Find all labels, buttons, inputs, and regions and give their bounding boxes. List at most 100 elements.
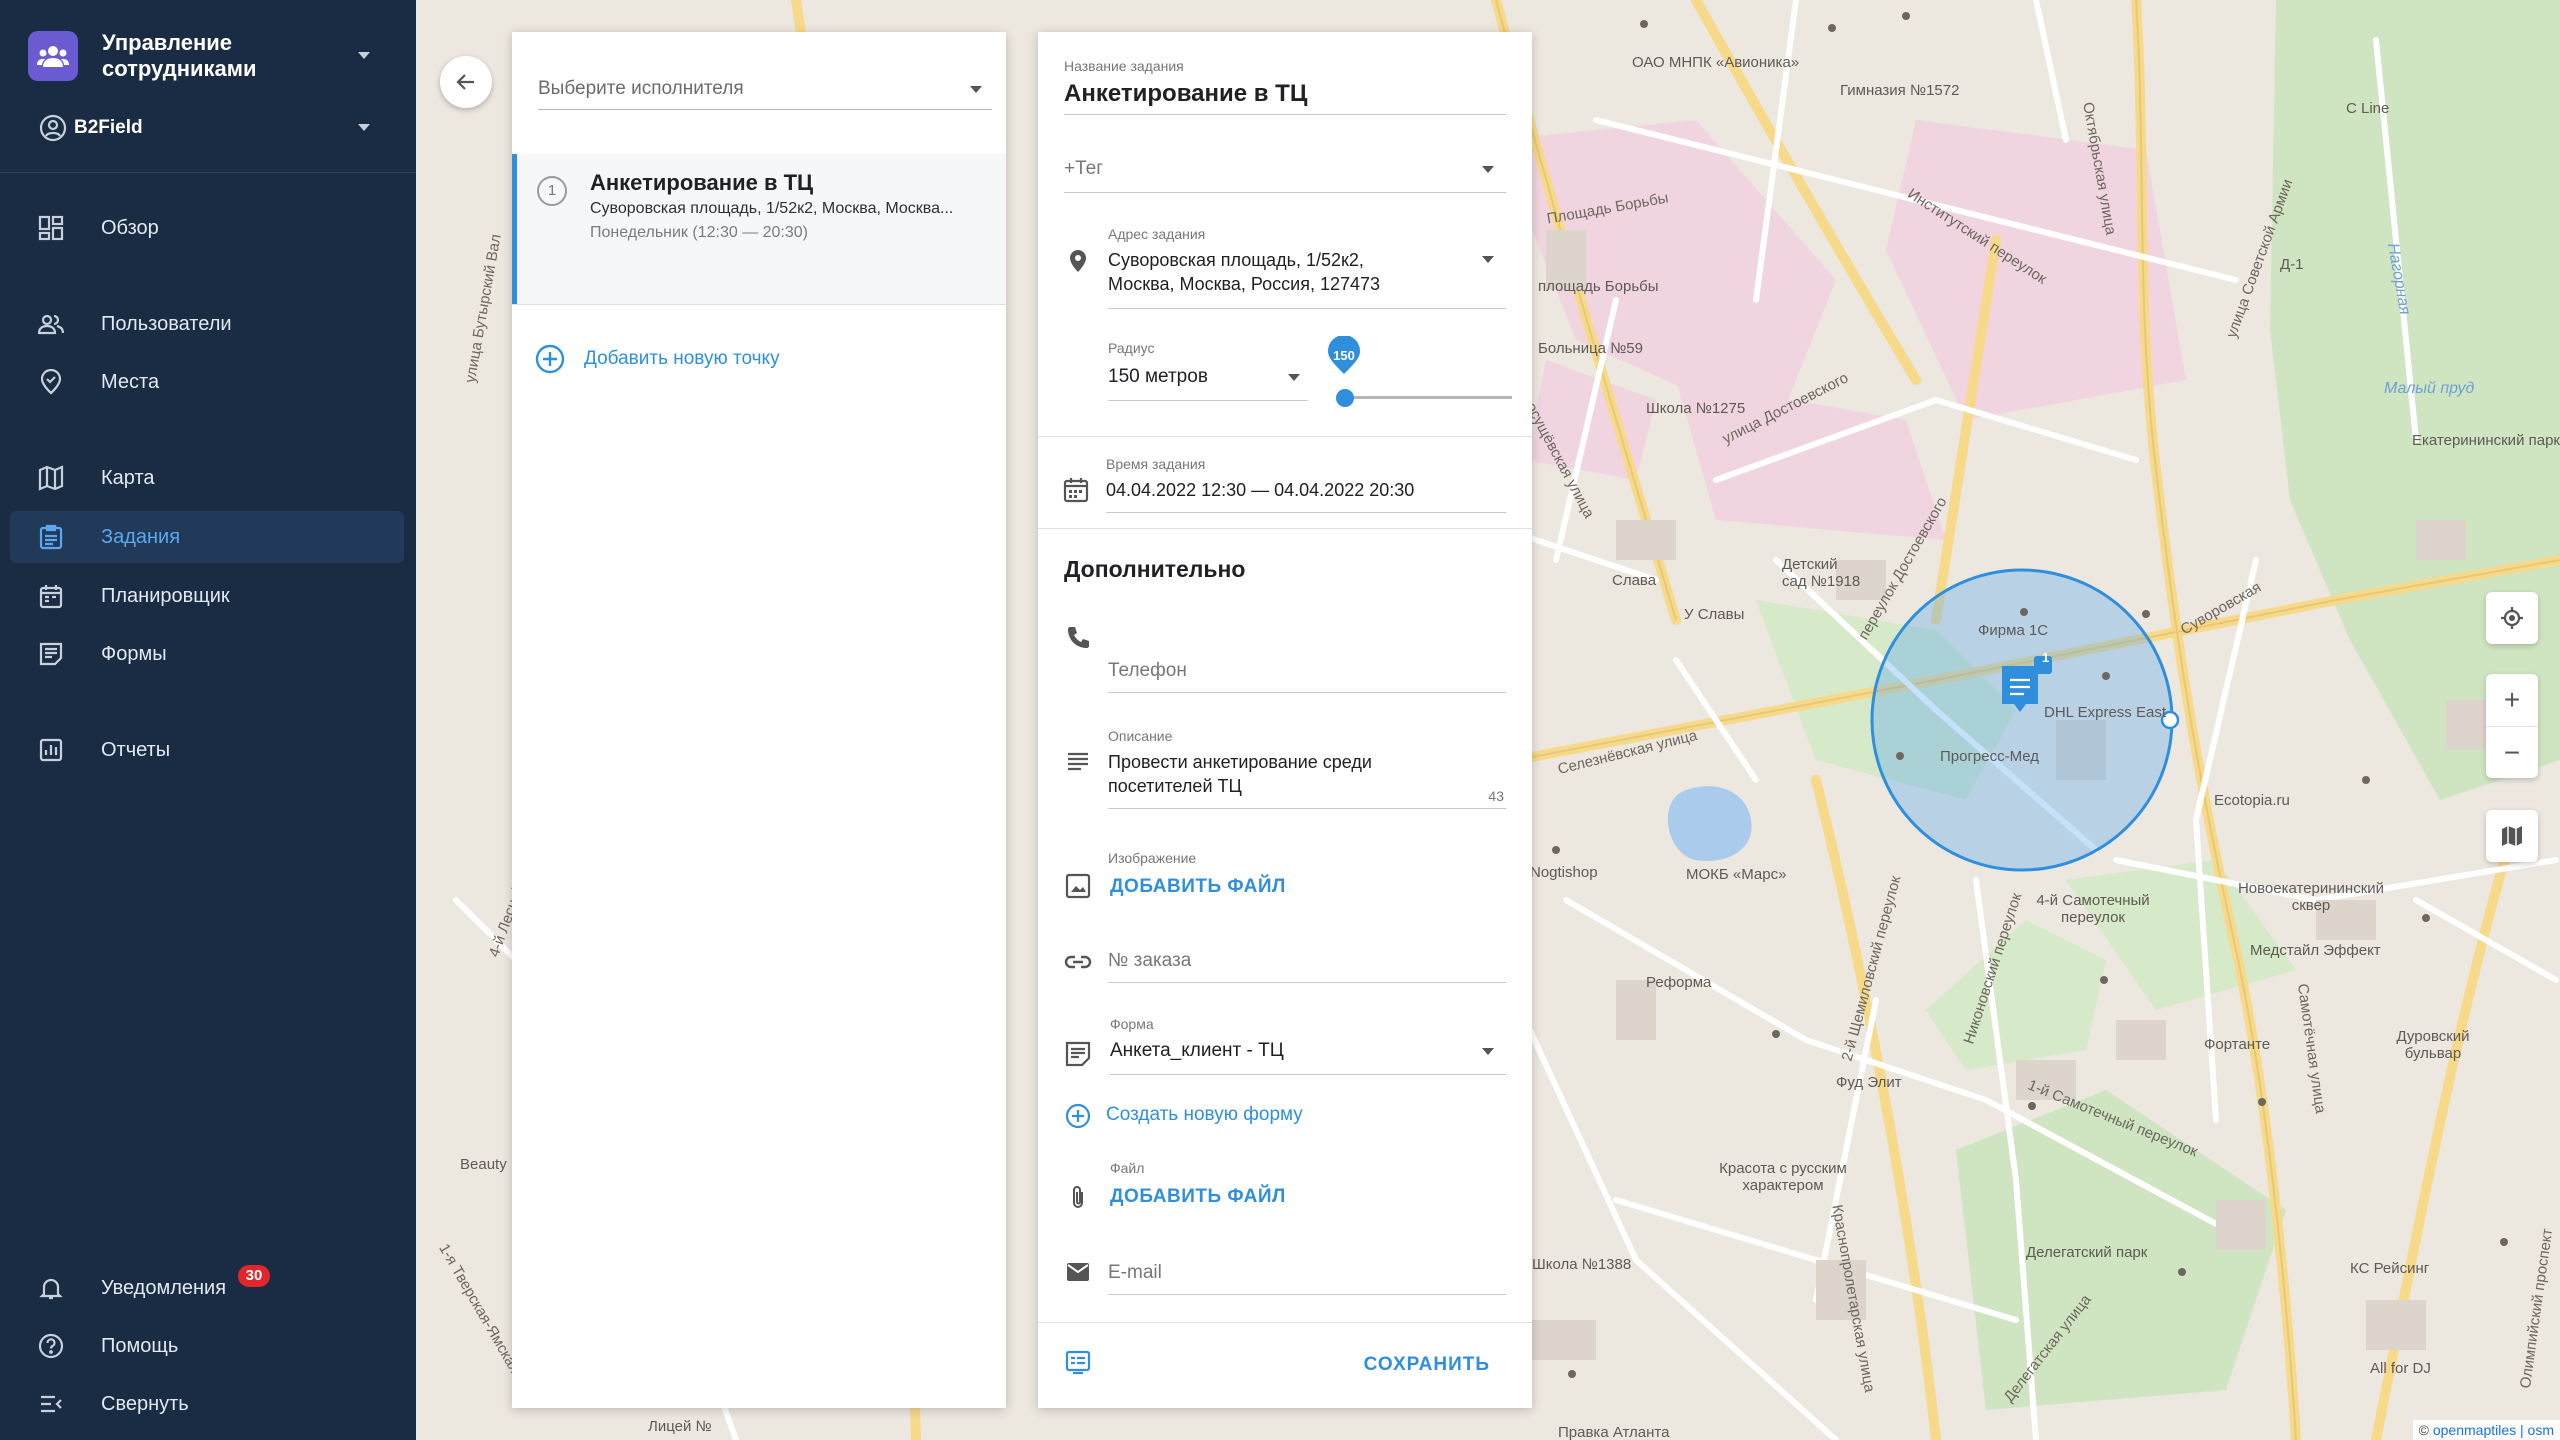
nav-item-label: Пользователи <box>101 313 232 335</box>
nav-item-label: Отчеты <box>101 739 171 761</box>
map-label: Лицей № <box>648 1418 712 1435</box>
map-label: All for DJ <box>2370 1360 2431 1377</box>
map-label: площадь Борьбы <box>1538 278 1659 295</box>
org-name: Управление сотрудниками <box>102 30 257 81</box>
divider <box>1038 436 1532 437</box>
field-underline <box>1064 192 1506 193</box>
task-list-item[interactable]: 1 Анкетирование в ТЦ Суворовская площадь… <box>512 154 1006 304</box>
order-number-input[interactable]: № заказа <box>1108 950 1191 972</box>
form-label: Форма <box>1110 1016 1154 1032</box>
attribution-prefix: © <box>2418 1422 2429 1438</box>
description-label: Описание <box>1108 728 1173 744</box>
reports-icon <box>39 738 63 762</box>
phone-input[interactable]: Телефон <box>1108 660 1187 682</box>
map-label: Делегатский парк <box>2026 1244 2148 1261</box>
task-time: Понедельник (12:30 — 20:30) <box>590 224 808 241</box>
map-label: Реформа <box>1646 974 1712 991</box>
locate-button[interactable] <box>2486 592 2538 644</box>
chevron-down-icon <box>1288 374 1300 381</box>
location-pin-icon <box>1070 250 1086 272</box>
sidebar: Управление сотрудниками B2Field Обзор По… <box>0 0 416 1440</box>
nav-item-label: Формы <box>101 643 167 665</box>
nav-item-forms[interactable]: Формы <box>10 628 404 680</box>
back-button[interactable] <box>440 56 492 108</box>
map-label: Ecotopia.ru <box>2214 792 2290 809</box>
form-preview-icon[interactable] <box>1064 1348 1092 1376</box>
email-icon <box>1067 1263 1089 1281</box>
map-label: Больница №59 <box>1538 340 1643 357</box>
section-title: Дополнительно <box>1064 556 1246 582</box>
time-input[interactable]: 04.04.2022 12:30 — 04.04.2022 20:30 <box>1106 480 1414 501</box>
field-underline <box>1108 1294 1506 1295</box>
link-icon <box>1064 955 1092 969</box>
nav-item-collapse[interactable]: Свернуть <box>10 1378 404 1430</box>
calendar-icon <box>1063 478 1089 503</box>
nav-item-reports[interactable]: Отчеты <box>10 724 404 776</box>
map-label: Правка Атланта <box>1558 1424 1670 1440</box>
arrow-back-icon <box>456 74 474 90</box>
radius-slider-thumb[interactable] <box>1336 389 1354 407</box>
nav-item-tasks[interactable]: Задания <box>10 511 404 563</box>
chevron-down-icon <box>358 52 370 59</box>
field-underline <box>1110 1074 1506 1075</box>
bell-icon <box>39 1278 63 1300</box>
map-label: КС Рейсинг <box>2350 1260 2430 1277</box>
nav-item-overview[interactable]: Обзор <box>10 202 404 254</box>
radius-slider-track[interactable] <box>1344 396 1512 399</box>
divider <box>1038 528 1532 529</box>
account-switcher[interactable]: B2Field <box>28 108 398 148</box>
nav-item-places[interactable]: Места <box>10 356 404 408</box>
zoom-in-button[interactable]: + <box>2486 674 2538 726</box>
address-line-1[interactable]: Суворовская площадь, 1/52к2, <box>1108 250 1364 271</box>
description-line-1[interactable]: Провести анкетирование среди <box>1108 752 1372 773</box>
task-number: 1 <box>537 176 567 206</box>
form-select[interactable]: Анкета_клиент - ТЦ <box>1110 1040 1284 1062</box>
nav-item-label: Обзор <box>101 217 159 239</box>
map-label: 4-й Самотечный переулок <box>2036 892 2150 926</box>
email-input[interactable]: E-mail <box>1108 1262 1162 1284</box>
my-location-icon <box>2501 607 2523 629</box>
address-line-2[interactable]: Москва, Москва, Россия, 127473 <box>1108 274 1380 295</box>
nav-item-scheduler[interactable]: Планировщик <box>10 570 404 622</box>
zoom-out-button[interactable]: − <box>2486 726 2538 778</box>
nav-item-users[interactable]: Пользователи <box>10 298 404 350</box>
create-form-button[interactable]: Создать новую форму <box>1106 1104 1303 1126</box>
radius-label: Радиус <box>1108 340 1155 356</box>
nav-item-help[interactable]: Помощь <box>10 1320 404 1372</box>
users-icon <box>38 314 64 335</box>
slider-value: 150 <box>1333 348 1355 363</box>
description-counter: 43 <box>1488 788 1504 804</box>
add-image-button[interactable]: ДОБАВИТЬ ФАЙЛ <box>1110 876 1286 898</box>
map-label: У Славы <box>1684 606 1745 623</box>
add-circle-icon <box>535 344 565 374</box>
map-label: Дуровский бульвар <box>2396 1028 2470 1062</box>
description-line-2[interactable]: посетителей ТЦ <box>1108 776 1242 797</box>
chevron-down-icon <box>970 86 982 93</box>
map-layers-button[interactable] <box>2486 810 2538 862</box>
chevron-down-icon <box>1482 166 1494 173</box>
notes-icon <box>1068 752 1088 771</box>
tag-select[interactable]: +Тег <box>1064 158 1103 180</box>
org-switcher[interactable]: Управление сотрудниками <box>28 26 398 86</box>
task-form-panel: Название задания Анкетирование в ТЦ +Тег… <box>1038 32 1532 1408</box>
chevron-down-icon <box>358 124 370 131</box>
add-point-button[interactable]: Добавить новую точку <box>534 342 780 376</box>
radius-select[interactable]: 150 метров <box>1108 366 1208 388</box>
tasks-icon <box>39 524 63 550</box>
account-circle-icon <box>39 114 67 142</box>
map-label: Д-1 <box>2280 256 2304 273</box>
locate-control <box>2486 592 2538 644</box>
add-file-button[interactable]: ДОБАВИТЬ ФАЙЛ <box>1110 1186 1286 1208</box>
nav-item-label: Уведомления <box>101 1277 227 1299</box>
form-icon <box>1065 1041 1091 1067</box>
chevron-down-icon <box>1482 1048 1494 1055</box>
account-name: B2Field <box>74 117 143 138</box>
map-label: Детский сад №1918 <box>1782 556 1861 590</box>
nav-item-map[interactable]: Карта <box>10 452 404 504</box>
executor-select[interactable]: Выберите исполнителя <box>538 70 992 110</box>
save-button[interactable]: СОХРАНИТЬ <box>1364 1354 1490 1376</box>
task-name-input[interactable]: Анкетирование в ТЦ <box>1064 80 1307 108</box>
nav-item-notifications[interactable]: Уведомления 30 <box>10 1262 404 1314</box>
executor-placeholder: Выберите исполнителя <box>538 78 744 99</box>
attribution-links[interactable]: openmaptiles | osm <box>2433 1422 2554 1438</box>
